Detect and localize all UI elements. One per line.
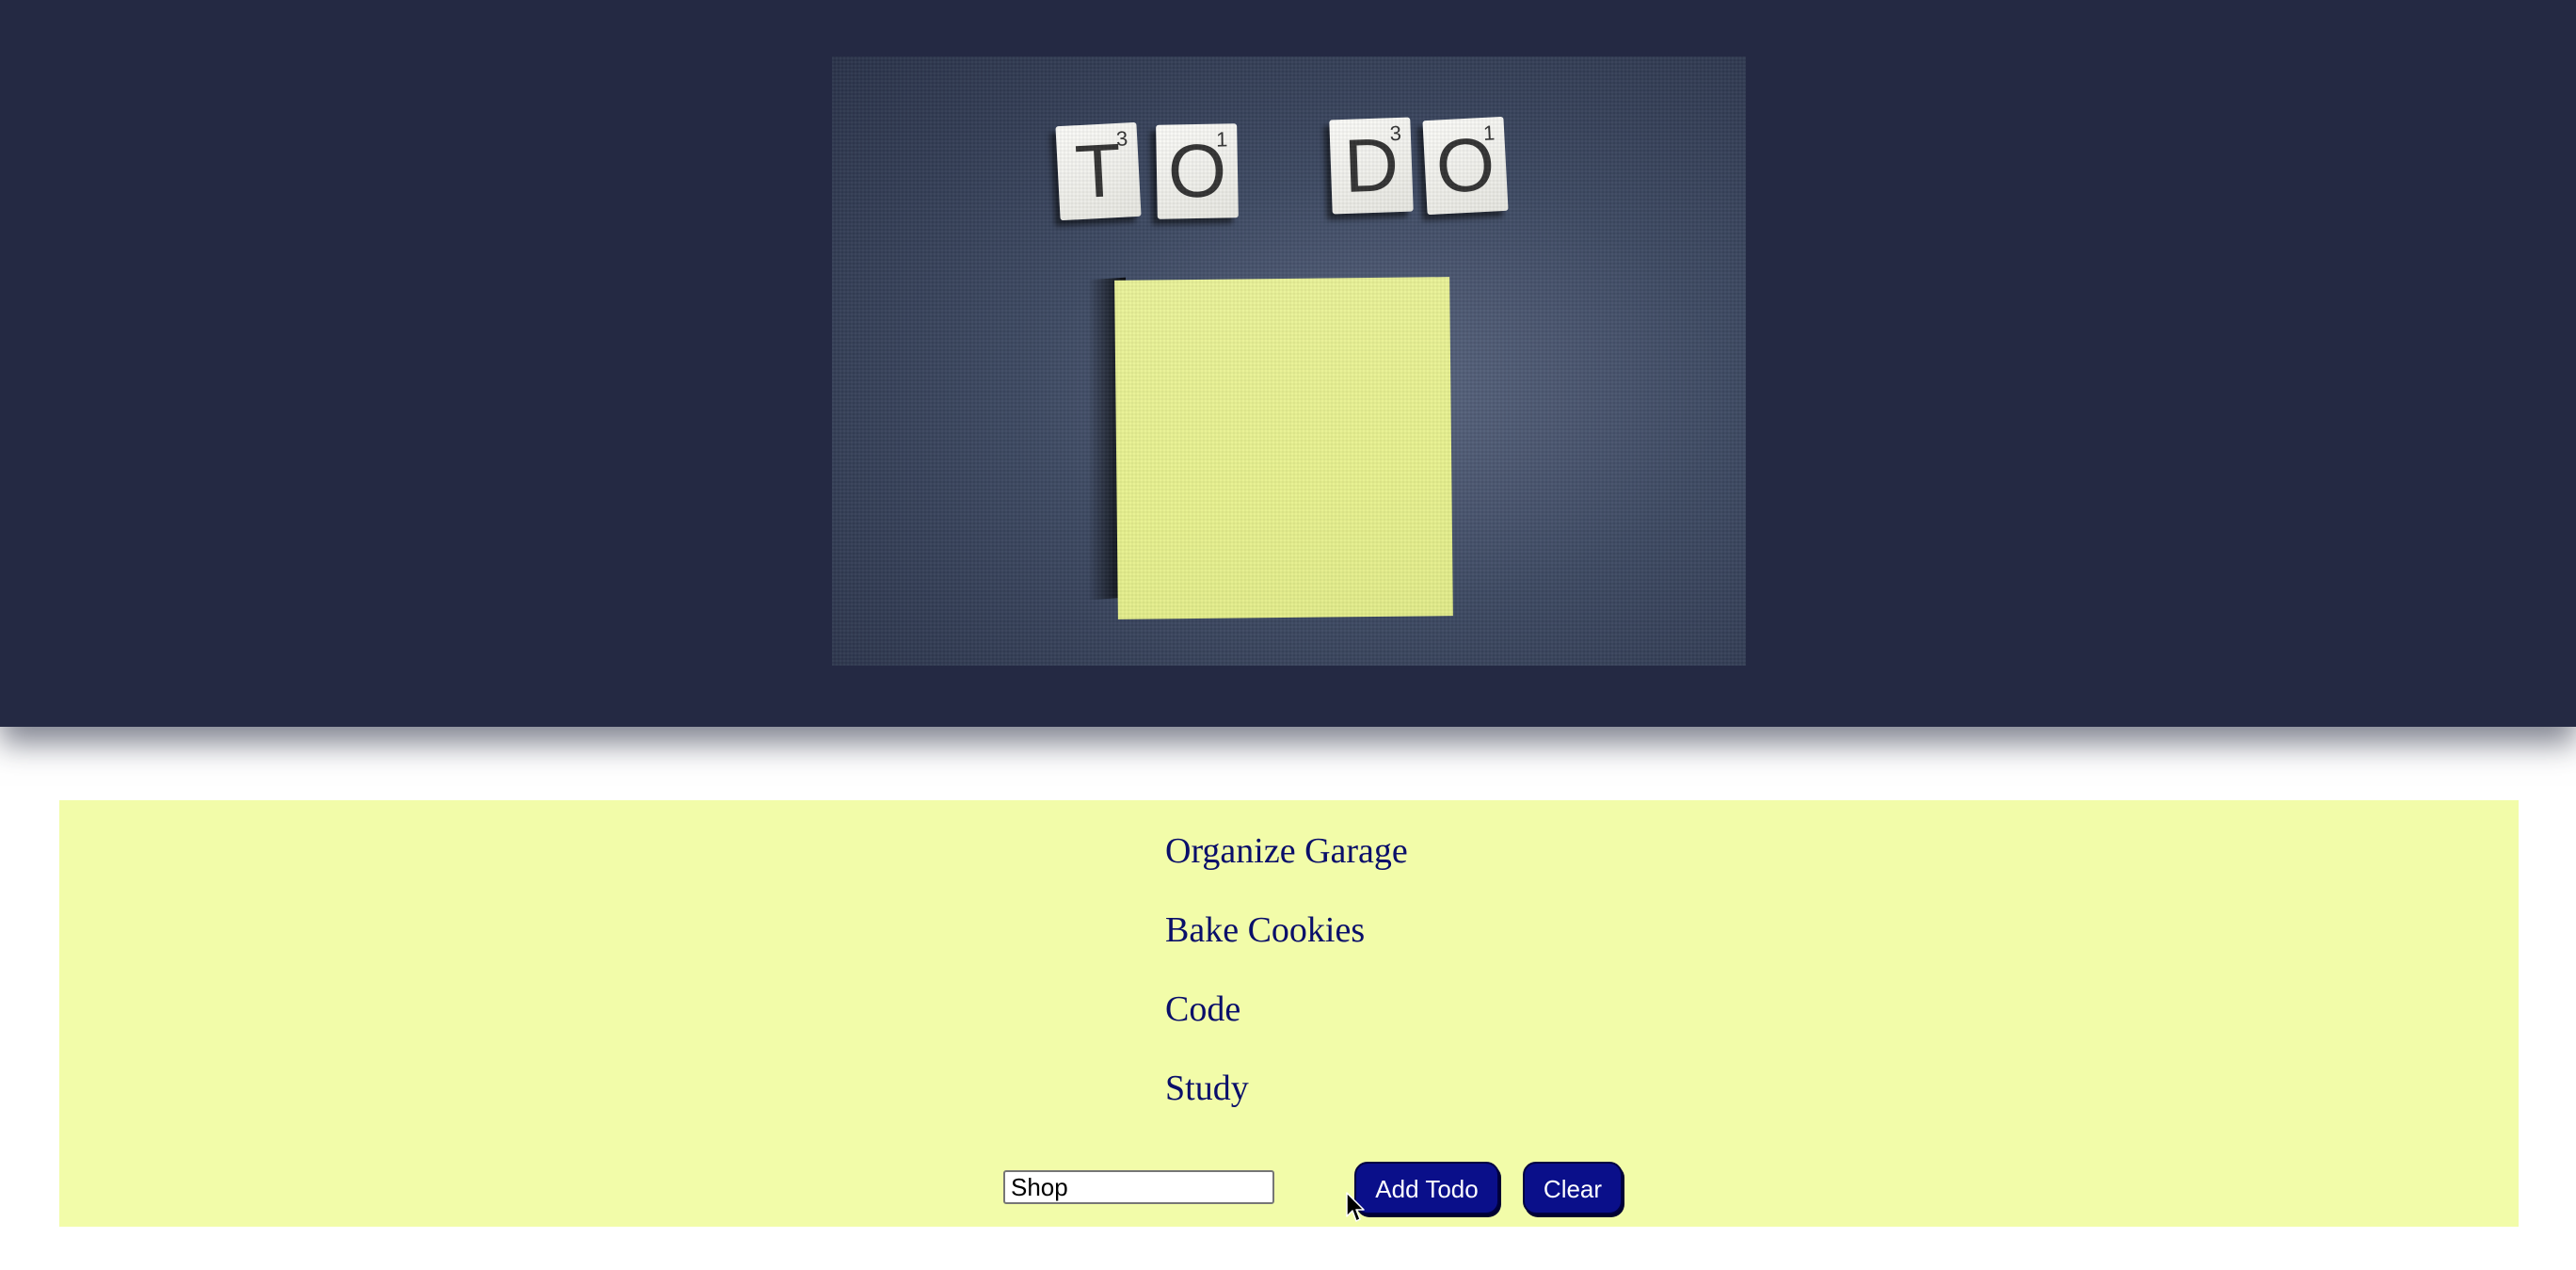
todo-input[interactable] bbox=[1003, 1170, 1274, 1204]
letter-tile-o: O 1 bbox=[1156, 123, 1239, 219]
add-todo-button[interactable]: Add Todo bbox=[1354, 1162, 1499, 1214]
tile-score: 1 bbox=[1215, 127, 1228, 152]
list-item: Bake Cookies bbox=[1165, 910, 1366, 950]
todo-panel: Organize Garage Bake Cookies Code Study … bbox=[59, 800, 2519, 1227]
tile-score: 1 bbox=[1482, 121, 1496, 145]
clear-button[interactable]: Clear bbox=[1523, 1162, 1623, 1214]
list-item: Study bbox=[1165, 1069, 1249, 1108]
tile-score: 3 bbox=[1115, 126, 1128, 151]
list-item: Organize Garage bbox=[1165, 831, 1408, 871]
todo-hero-image: T 3 O 1 D 3 O 1 bbox=[832, 56, 1746, 666]
tile-score: 3 bbox=[1389, 121, 1402, 146]
tile-letter: T bbox=[1073, 127, 1124, 215]
tile-letter: O bbox=[1433, 121, 1497, 209]
list-item: Code bbox=[1165, 989, 1241, 1029]
letter-tile-t: T 3 bbox=[1055, 121, 1142, 221]
letter-tile-d: D 3 bbox=[1329, 117, 1414, 215]
todo-list: Organize Garage Bake Cookies Code Study bbox=[1165, 828, 1408, 1145]
sticky-note bbox=[1114, 277, 1453, 619]
header: T 3 O 1 D 3 O 1 bbox=[0, 0, 2576, 727]
letter-tile-o: O 1 bbox=[1422, 116, 1509, 216]
mouse-cursor-icon bbox=[1346, 1192, 1365, 1222]
